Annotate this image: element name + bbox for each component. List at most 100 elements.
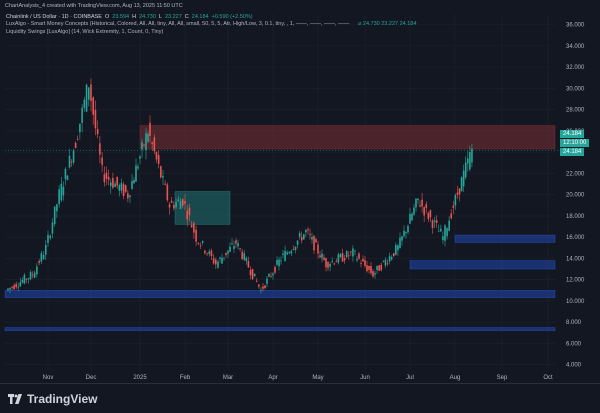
candle-body xyxy=(85,84,88,112)
candle-body xyxy=(435,220,438,223)
candle-body xyxy=(450,213,453,219)
candle-body xyxy=(197,242,200,244)
candle-body xyxy=(448,220,450,231)
candle-body xyxy=(201,240,204,243)
candle-body xyxy=(181,199,184,206)
candle-body xyxy=(96,129,99,135)
y-tick-label: 12.000 xyxy=(566,278,585,284)
candle-body xyxy=(72,150,75,163)
last-price-tag-2: 24.184 xyxy=(560,148,585,156)
candle-body xyxy=(360,263,362,265)
candle-body xyxy=(215,259,217,265)
candle-body xyxy=(235,240,237,244)
price-chart[interactable]: 4.000 6.000 8.000 10.000 12.000 14.000 16.000 1… xyxy=(0,0,600,383)
candle-body xyxy=(62,186,65,196)
candle-body xyxy=(380,264,383,271)
candle-body xyxy=(333,263,336,265)
candle-body xyxy=(195,229,197,242)
candle-body xyxy=(143,144,145,146)
last-price-tag: 24.184 xyxy=(560,130,585,138)
candle-body xyxy=(462,170,465,187)
zone-rect xyxy=(4,290,556,298)
close-label: C xyxy=(184,14,189,20)
candle-body xyxy=(415,198,417,208)
candle-body xyxy=(329,264,331,267)
candle-body xyxy=(153,137,156,152)
candle-body xyxy=(66,175,69,181)
candle-body xyxy=(118,185,121,191)
candle-body xyxy=(405,232,407,234)
candle-body xyxy=(87,87,90,100)
candle-body xyxy=(325,258,327,268)
candle-body xyxy=(444,225,446,241)
candle-body xyxy=(260,289,262,291)
candle-body xyxy=(101,157,103,165)
candle-body xyxy=(347,255,350,257)
candle-body xyxy=(382,260,385,262)
candle-body xyxy=(456,192,459,195)
candle-body xyxy=(454,194,457,206)
legend-indicator1-row: LuxAlgo - Smart Money Concepts (Historic… xyxy=(6,21,416,28)
high-value: 24.730 xyxy=(139,14,156,20)
indicator-liquidity[interactable]: Liquidity Swings [LuxAlgo] (14, Wick Ext… xyxy=(6,29,163,36)
change-value: +0.590 (+2.50%) xyxy=(211,14,253,20)
candle-body xyxy=(36,266,38,275)
x-tick-label: Apr xyxy=(268,375,277,381)
candle-body xyxy=(241,251,243,259)
candle-body xyxy=(437,230,440,232)
y-tick-label: 6.000 xyxy=(566,341,582,347)
zone-rect xyxy=(409,260,556,270)
candle-body xyxy=(411,213,413,221)
brand-name: TradingView xyxy=(27,391,98,406)
candle-body xyxy=(170,200,173,203)
candle-body xyxy=(208,251,211,254)
candle-body xyxy=(292,249,295,250)
high-label: H xyxy=(132,14,137,20)
candle-body xyxy=(296,240,299,245)
candle-body xyxy=(327,262,329,268)
candle-body xyxy=(74,142,77,149)
candle-body xyxy=(76,139,79,141)
tradingview-logo-icon xyxy=(8,393,22,404)
candle-body xyxy=(9,287,11,290)
candle-body xyxy=(458,188,461,195)
candle-body xyxy=(212,258,215,264)
candle-body xyxy=(331,261,333,262)
candle-body xyxy=(286,252,288,255)
candle-body xyxy=(272,273,274,276)
candle-body xyxy=(129,195,131,198)
indicator-smc[interactable]: LuxAlgo - Smart Money Concepts (Historic… xyxy=(6,21,349,28)
y-tick-label: 22.000 xyxy=(566,171,585,177)
candle-body xyxy=(388,256,391,262)
x-tick-label: Jun xyxy=(360,375,370,381)
candle-body xyxy=(141,142,143,150)
candle-body xyxy=(345,251,348,258)
candle-body xyxy=(7,288,9,291)
candle-body xyxy=(307,229,309,231)
zone-rect xyxy=(4,327,556,331)
candle-body xyxy=(423,207,425,216)
candle-body xyxy=(270,275,272,277)
x-tick-label: Nov xyxy=(43,375,54,381)
candle-body xyxy=(298,233,301,237)
candle-body xyxy=(264,285,266,289)
candle-body xyxy=(237,243,239,247)
candle-body xyxy=(219,257,221,259)
candle-body xyxy=(94,109,97,129)
candle-body xyxy=(29,272,32,280)
candle-body xyxy=(105,172,108,179)
x-tick-label: 2025 xyxy=(133,375,147,381)
candle-body xyxy=(407,225,409,233)
candle-body xyxy=(145,133,147,151)
chart-area[interactable]: 4.000 6.000 8.000 10.000 12.000 14.000 16.000 1… xyxy=(0,0,600,388)
symbol-name[interactable]: Chainlink / US Dollar · 1D · COINBASE xyxy=(6,14,102,21)
candle-body xyxy=(362,258,364,262)
candle-body xyxy=(81,107,83,124)
y-tick-label: 36.000 xyxy=(566,23,585,29)
candle-body xyxy=(315,239,317,243)
candle-body xyxy=(109,182,112,186)
candle-body xyxy=(288,252,291,254)
candle-body xyxy=(374,272,376,275)
x-tick-label: Sep xyxy=(497,375,508,381)
footer-brand: TradingView xyxy=(0,383,600,413)
